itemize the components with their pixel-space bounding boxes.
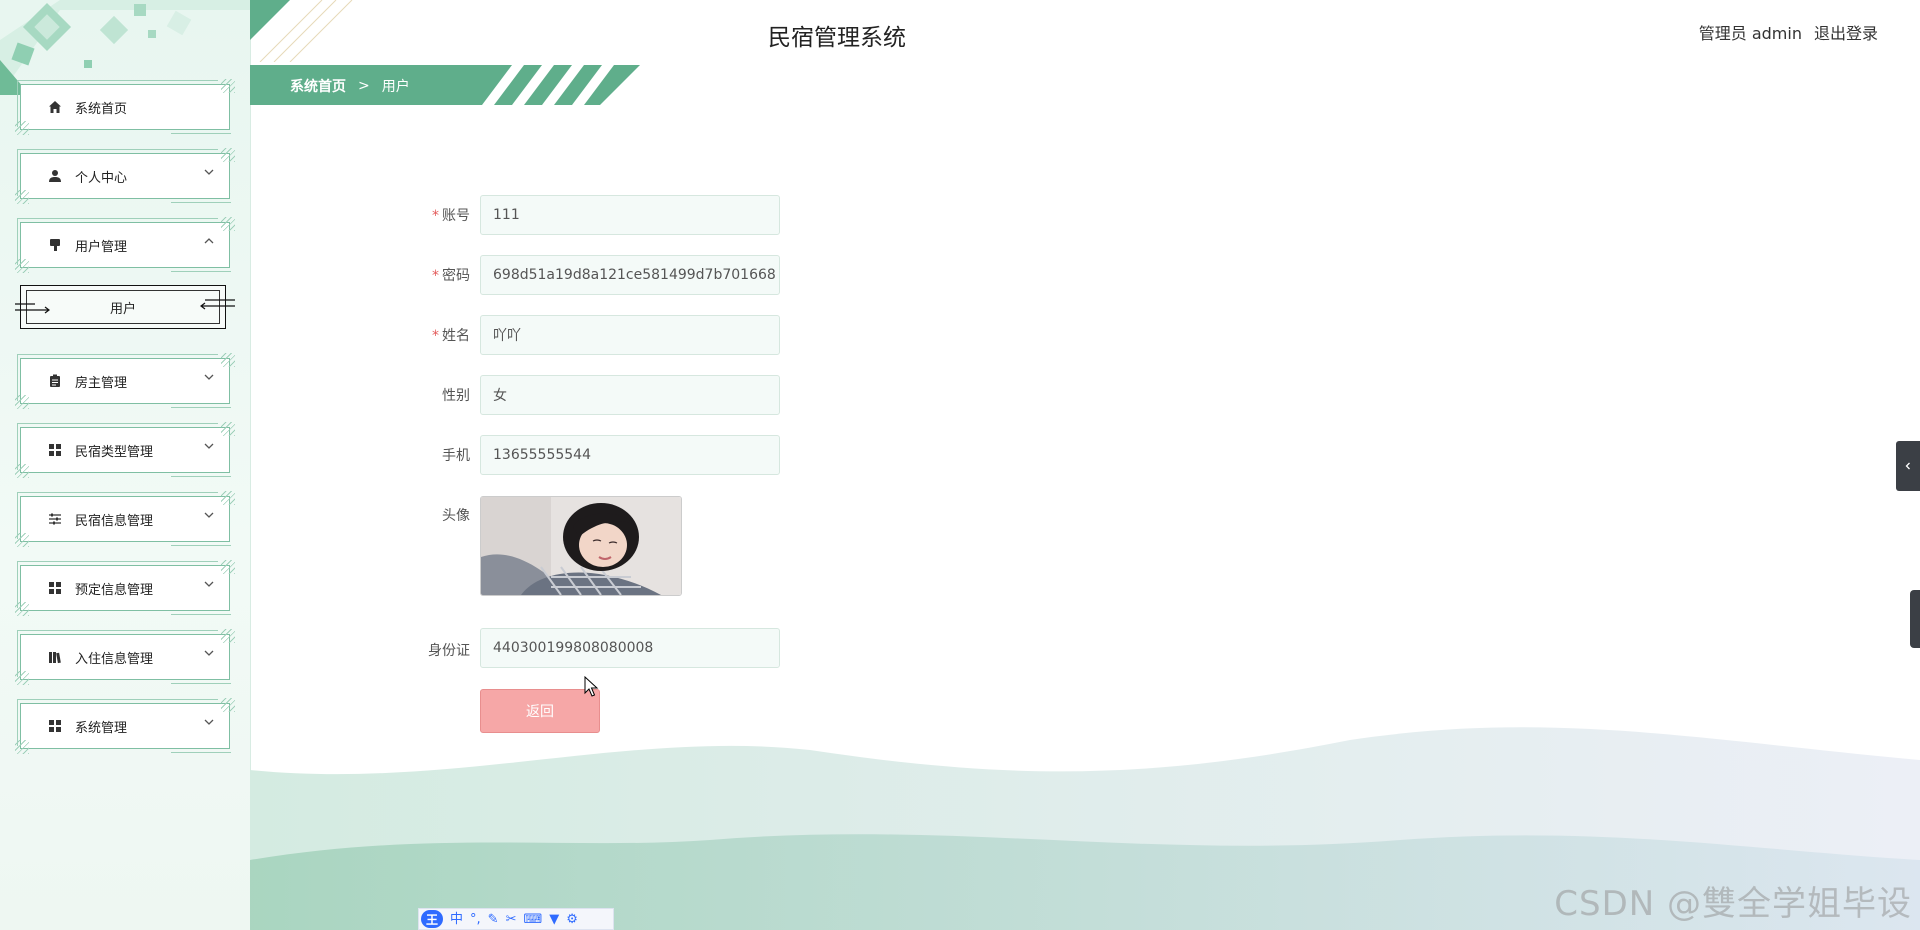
sidebar-item-home[interactable]: 系统首页 <box>15 79 235 135</box>
chevron-down-icon <box>204 512 214 518</box>
arrows-left-decoration <box>15 303 50 314</box>
user-info: 管理员 admin 退出登录 <box>1699 20 1878 44</box>
scissors-icon[interactable]: ✂ <box>506 913 517 926</box>
sidebar-item-user-management[interactable]: 用户管理 <box>15 217 235 273</box>
logout-link[interactable]: 退出登录 <box>1814 20 1878 44</box>
avatar-label: 头像 <box>442 508 470 524</box>
sidebar-item-label: 个人中心 <box>75 170 128 186</box>
gear-icon[interactable]: ⚙ <box>566 913 578 926</box>
pen-icon[interactable]: ✎ <box>488 913 499 926</box>
sidebar-subitem-user[interactable]: 用户 <box>15 285 235 329</box>
password-label: * 密码 <box>432 268 470 284</box>
grid-icon <box>47 442 63 458</box>
phone-label: 手机 <box>442 448 470 464</box>
sidebar-item-label: 系统管理 <box>75 720 128 736</box>
sidebar: 系统首页 个人中心 用户管理 用户 房主管理 民宿类型管理 民宿信息管理 预定信… <box>0 0 251 930</box>
chevron-down-icon <box>204 443 214 449</box>
id-card-field[interactable]: 440300199808080008 <box>480 628 780 668</box>
breadcrumb: 系统首页 > 用户 <box>250 65 640 105</box>
sidebar-item-label: 民宿信息管理 <box>75 513 154 529</box>
password-field[interactable]: 698d51a19d8a121ce581499d7b701668 <box>480 255 780 295</box>
mouse-cursor-icon <box>584 676 599 697</box>
sidebar-item-booking-management[interactable]: 预定信息管理 <box>15 560 235 616</box>
breadcrumb-home[interactable]: 系统首页 <box>290 76 346 96</box>
skin-icon[interactable]: ▼ <box>549 913 559 926</box>
gender-field[interactable]: 女 <box>480 375 780 415</box>
header: 民宿管理系统 管理员 admin 退出登录 <box>250 0 1920 62</box>
chevron-up-icon <box>204 238 214 244</box>
sidebar-subitem-label: 用户 <box>109 301 136 317</box>
watermark: CSDN @雙全学姐毕设 <box>1554 884 1912 924</box>
ime-mode-button[interactable]: 中 <box>450 913 463 926</box>
user-role: 管理员 admin <box>1698 24 1802 43</box>
breadcrumb-current: 用户 <box>381 79 410 95</box>
sidebar-item-personal-center[interactable]: 个人中心 <box>15 148 235 204</box>
chevron-down-icon <box>204 719 214 725</box>
person-icon <box>47 168 63 184</box>
avatar-image <box>480 496 682 596</box>
sidebar-item-label: 用户管理 <box>75 239 128 255</box>
name-field[interactable]: 吖吖 <box>480 315 780 355</box>
sidebar-item-system-management[interactable]: 系统管理 <box>15 698 235 754</box>
users-icon <box>47 237 63 253</box>
phone-field[interactable]: 13655555544 <box>480 435 780 475</box>
chevron-down-icon <box>204 581 214 587</box>
side-panel-toggle[interactable] <box>1896 441 1920 491</box>
chevron-down-icon <box>204 374 214 380</box>
chevron-down-icon <box>204 650 214 656</box>
grid-icon <box>47 580 63 596</box>
sidebar-item-homestay-info-management[interactable]: 民宿信息管理 <box>15 491 235 547</box>
ime-logo[interactable]: 王 <box>421 910 443 928</box>
arrows-right-decoration <box>200 299 235 310</box>
book-icon <box>47 649 63 665</box>
account-label: * 账号 <box>432 208 470 224</box>
name-label: * 姓名 <box>432 328 470 344</box>
sidebar-item-checkin-management[interactable]: 入住信息管理 <box>15 629 235 685</box>
account-field[interactable]: 111 <box>480 195 780 235</box>
sidebar-item-label: 民宿类型管理 <box>75 444 154 460</box>
id-card-label: 身份证 <box>428 643 470 659</box>
sidebar-item-landlord-management[interactable]: 房主管理 <box>15 353 235 409</box>
sidebar-item-label: 预定信息管理 <box>75 582 154 598</box>
sidebar-item-homestay-type-management[interactable]: 民宿类型管理 <box>15 422 235 478</box>
clipboard-icon <box>47 373 63 389</box>
sidebar-decoration <box>0 0 250 95</box>
breadcrumb-separator: > <box>358 78 370 94</box>
gender-label: 性别 <box>442 388 470 404</box>
sidebar-item-label: 房主管理 <box>75 375 128 391</box>
chevron-left-icon <box>1905 462 1910 470</box>
sidebar-item-label: 系统首页 <box>75 101 128 117</box>
ime-toolbar: 王 中 °, ✎ ✂ ⌨ ▼ ⚙ <box>418 908 614 930</box>
grid-icon <box>47 718 63 734</box>
punctuation-icon[interactable]: °, <box>470 913 481 926</box>
home-icon <box>47 99 63 115</box>
sliders-icon <box>47 511 63 527</box>
keyboard-icon[interactable]: ⌨ <box>523 913 542 926</box>
header-decoration <box>250 0 353 62</box>
sidebar-item-label: 入住信息管理 <box>75 651 154 667</box>
page-title: 民宿管理系统 <box>768 25 906 51</box>
side-tab-handle[interactable] <box>1910 590 1920 648</box>
chevron-down-icon <box>204 169 214 175</box>
